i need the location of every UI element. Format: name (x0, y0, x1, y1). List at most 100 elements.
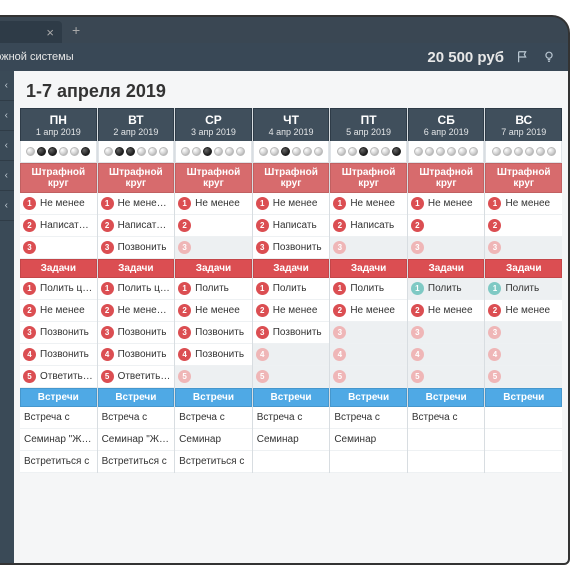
task-item[interactable]: 4Позвонить (98, 344, 175, 366)
meeting-item[interactable] (408, 429, 485, 451)
meeting-item[interactable] (485, 429, 562, 451)
day-header[interactable]: ВС7 апр 2019 (485, 108, 562, 141)
penalty-item[interactable]: 2Написать (330, 215, 407, 237)
meeting-item[interactable]: Семинар (330, 429, 407, 451)
task-item[interactable]: 5 (330, 366, 407, 388)
task-item[interactable]: 1Полить цветы (98, 278, 175, 300)
badge: 5 (488, 370, 501, 383)
meeting-item[interactable] (330, 451, 407, 473)
penalty-item[interactable]: 1Не менее (485, 193, 562, 215)
task-item[interactable]: 2Не менее (408, 300, 485, 322)
penalty-item[interactable]: 2Написать (253, 215, 330, 237)
sidebar-item-1[interactable]: ‹ (0, 101, 14, 131)
bulb-icon[interactable] (542, 50, 556, 64)
day-header[interactable]: ПН1 апр 2019 (20, 108, 97, 141)
task-item[interactable]: 1Полить (408, 278, 485, 300)
penalty-item[interactable]: 3 (330, 237, 407, 259)
task-item[interactable]: 3Позвонить (253, 322, 330, 344)
penalty-item[interactable]: 3Позвонить (253, 237, 330, 259)
task-item[interactable]: 1Полить (175, 278, 252, 300)
penalty-item[interactable]: 1Не менее (408, 193, 485, 215)
task-item[interactable]: 1Полить (485, 278, 562, 300)
badge: 4 (256, 348, 269, 361)
badge: 3 (333, 326, 346, 339)
day-header[interactable]: СР3 апр 2019 (175, 108, 252, 141)
task-item[interactable]: 5 (253, 366, 330, 388)
task-item[interactable]: 2Не менее (485, 300, 562, 322)
browser-tab[interactable]: × (0, 21, 62, 43)
task-item[interactable]: 5Ответить на (20, 366, 97, 388)
task-item[interactable]: 3Позвонить (20, 322, 97, 344)
task-item[interactable]: 3Позвонить (175, 322, 252, 344)
penalty-item[interactable]: 2 (175, 215, 252, 237)
penalty-item[interactable]: 1Не менее (20, 193, 97, 215)
task-item[interactable]: 2Не менее часа (98, 300, 175, 322)
day-header[interactable]: ПТ5 апр 2019 (330, 108, 407, 141)
task-item[interactable]: 1Полить цветы (20, 278, 97, 300)
penalty-item[interactable]: 1Не менее (175, 193, 252, 215)
meeting-item[interactable]: Встреча с (175, 407, 252, 429)
meeting-item[interactable]: Встреча с (98, 407, 175, 429)
sidebar-item-0[interactable]: ет‹ (0, 71, 14, 101)
flag-icon[interactable] (516, 50, 530, 64)
task-item[interactable]: 4Позвонить (175, 344, 252, 366)
day-header[interactable]: СБ6 апр 2019 (408, 108, 485, 141)
task-item[interactable]: 1Полить (253, 278, 330, 300)
meeting-item[interactable]: Встреча с (253, 407, 330, 429)
task-item[interactable]: 4 (408, 344, 485, 366)
task-item[interactable]: 2Не менее (175, 300, 252, 322)
penalty-item[interactable]: 3 (485, 237, 562, 259)
task-item[interactable]: 3 (330, 322, 407, 344)
penalty-item[interactable]: 3 (20, 237, 97, 259)
badge: 2 (333, 219, 346, 232)
task-item[interactable]: 2Не менее (330, 300, 407, 322)
meeting-item[interactable] (485, 451, 562, 473)
meeting-item[interactable] (253, 451, 330, 473)
meeting-item[interactable]: Встреча с (408, 407, 485, 429)
penalty-item[interactable]: 3Позвонить (98, 237, 175, 259)
penalty-item[interactable]: 3 (175, 237, 252, 259)
meeting-item[interactable]: Семинар (175, 429, 252, 451)
section-penalty: Штрафной круг (98, 163, 175, 193)
penalty-item[interactable]: 1Не менее часа (98, 193, 175, 215)
meeting-item[interactable]: Семинар "Жизнь (98, 429, 175, 451)
task-item[interactable]: 4 (253, 344, 330, 366)
task-item[interactable]: 2Не менее (253, 300, 330, 322)
meeting-item[interactable] (485, 407, 562, 429)
penalty-item[interactable]: 1Не менее (253, 193, 330, 215)
task-item[interactable]: 3Позвонить (98, 322, 175, 344)
task-item[interactable]: 4 (485, 344, 562, 366)
penalty-item[interactable]: 3 (408, 237, 485, 259)
penalty-item[interactable]: 2Написать три (98, 215, 175, 237)
penalty-item[interactable]: 2 (408, 215, 485, 237)
task-item[interactable]: 5Ответить на (98, 366, 175, 388)
task-item[interactable]: 3 (485, 322, 562, 344)
task-item[interactable]: 5 (175, 366, 252, 388)
task-item[interactable]: 4 (330, 344, 407, 366)
meeting-item[interactable] (408, 451, 485, 473)
penalty-item[interactable]: 1Не менее (330, 193, 407, 215)
day-header[interactable]: ЧТ4 апр 2019 (253, 108, 330, 141)
meeting-item[interactable]: Встретиться с (98, 451, 175, 473)
sidebar-item-2[interactable]: ‹ (0, 131, 14, 161)
meeting-item[interactable]: Встреча с (20, 407, 97, 429)
penalty-item[interactable]: 2Написать три (20, 215, 97, 237)
sidebar-item-3[interactable]: чёты‹ (0, 161, 14, 191)
task-item[interactable]: 5 (408, 366, 485, 388)
penalty-item[interactable]: 2 (485, 215, 562, 237)
meeting-item[interactable]: Встретиться с (20, 451, 97, 473)
meeting-item[interactable]: Встреча с (330, 407, 407, 429)
sidebar-item-4[interactable]: ‹ (0, 191, 14, 221)
task-item[interactable]: 1Полить (330, 278, 407, 300)
task-item[interactable]: 4Позвонить (20, 344, 97, 366)
task-item[interactable]: 5 (485, 366, 562, 388)
meeting-item[interactable]: Семинар (253, 429, 330, 451)
meeting-item[interactable]: Встретиться с (175, 451, 252, 473)
new-tab-button[interactable]: + (62, 22, 90, 38)
close-icon[interactable]: × (46, 25, 54, 40)
meeting-item[interactable]: Семинар "Жизнь (20, 429, 97, 451)
day-header[interactable]: ВТ2 апр 2019 (98, 108, 175, 141)
dot-icon (203, 147, 212, 156)
task-item[interactable]: 3 (408, 322, 485, 344)
task-item[interactable]: 2Не менее (20, 300, 97, 322)
